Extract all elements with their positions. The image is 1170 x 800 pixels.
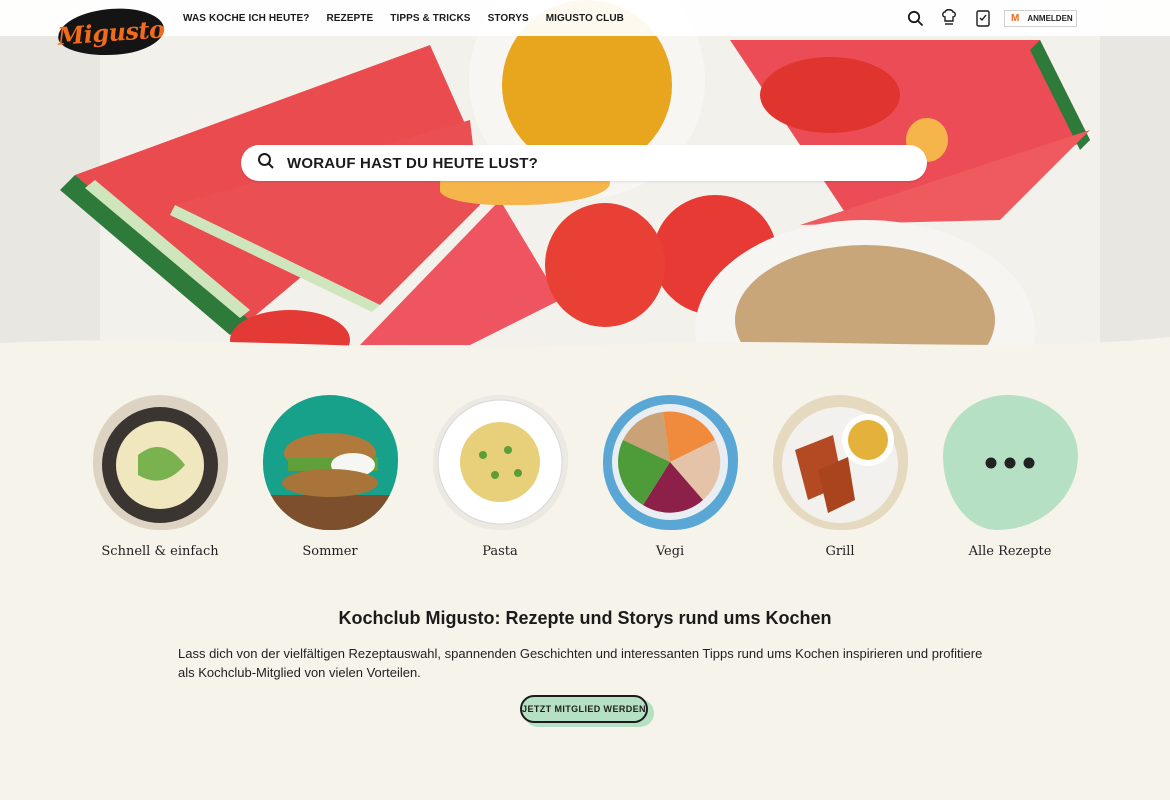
intro-title: Kochclub Migusto: Rezepte und Storys run… — [338, 608, 832, 628]
hero-image — [0, 0, 1170, 360]
hero-wave-divider — [0, 337, 1170, 360]
category-image — [772, 395, 908, 530]
logo-text: Migusto — [56, 13, 166, 51]
category-pasta[interactable]: Pasta — [430, 395, 570, 559]
hero-search-bar[interactable] — [241, 145, 927, 181]
category-label: Vegi — [655, 544, 685, 559]
category-image — [92, 395, 228, 530]
login-label: ANMELDEN — [1027, 14, 1073, 23]
main-nav: WAS KOCHE ICH HEUTE? REZEPTE TIPPS & TRI… — [183, 0, 624, 36]
search-icon — [257, 152, 275, 175]
category-vegi[interactable]: Vegi — [600, 395, 740, 559]
hero-search-input[interactable] — [287, 154, 887, 172]
login-button[interactable]: M ANMELDEN — [1004, 10, 1077, 27]
more-blob — [942, 395, 1078, 530]
nav-tipps-tricks[interactable]: TIPPS & TRICKS — [390, 13, 470, 24]
category-image — [602, 395, 738, 530]
nav-rezepte[interactable]: REZEPTE — [326, 13, 373, 24]
category-row: Schnell & einfach Sommer Pasta Vegi Gril… — [90, 395, 1080, 559]
become-member-button[interactable]: JETZT MITGLIED WERDEN — [520, 695, 648, 723]
category-label: Sommer — [302, 544, 358, 559]
shopping-list-icon[interactable] — [973, 9, 993, 27]
site-header: Migusto WAS KOCHE ICH HEUTE? REZEPTE TIP… — [0, 0, 1170, 59]
migros-m-icon: M — [1011, 13, 1020, 24]
nav-migusto-club[interactable]: MIGUSTO CLUB — [546, 13, 624, 24]
category-schnell-einfach[interactable]: Schnell & einfach — [90, 395, 230, 559]
chef-hat-icon[interactable] — [939, 9, 959, 27]
nav-storys[interactable]: STORYS — [488, 13, 529, 24]
category-label: Grill — [825, 544, 855, 559]
category-alle-rezepte[interactable]: Alle Rezepte — [940, 395, 1080, 559]
category-label: Schnell & einfach — [101, 544, 219, 559]
category-grill[interactable]: Grill — [770, 395, 910, 559]
category-label: Alle Rezepte — [968, 544, 1052, 559]
nav-was-koche-ich-heute[interactable]: WAS KOCHE ICH HEUTE? — [183, 13, 309, 24]
category-label: Pasta — [482, 544, 518, 559]
category-image — [262, 395, 398, 530]
more-dots-icon — [985, 457, 1035, 468]
cta-wrapper: JETZT MITGLIED WERDEN — [520, 695, 654, 727]
category-sommer[interactable]: Sommer — [260, 395, 400, 559]
search-icon[interactable] — [905, 9, 925, 27]
intro-text: Lass dich von der vielfältigen Rezeptaus… — [178, 646, 983, 680]
category-image — [432, 395, 568, 530]
